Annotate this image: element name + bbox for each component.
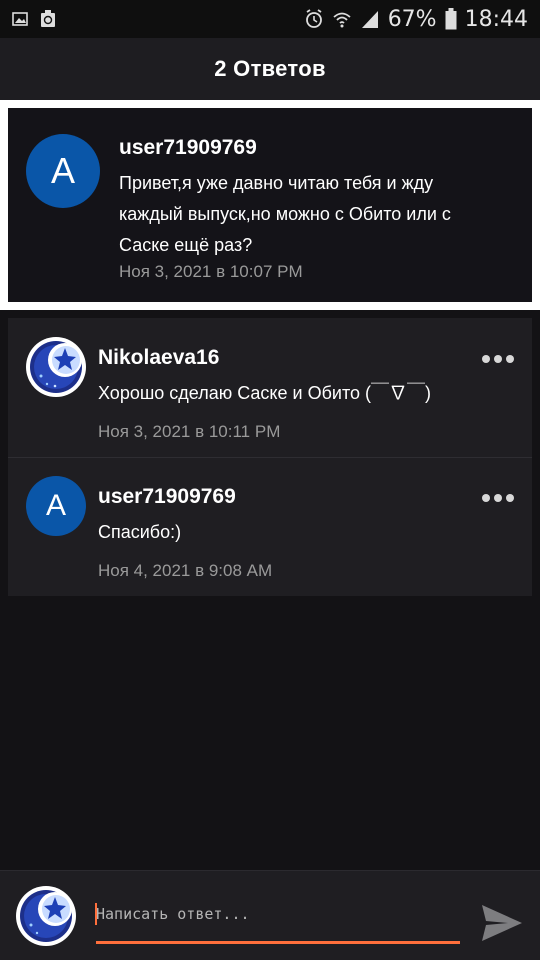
comment-text-line: каждый выпуск,но можно с Обито или с xyxy=(119,204,451,224)
reply-timestamp: Ноя 3, 2021 в 10:11 PM xyxy=(98,422,281,441)
reply-username[interactable]: Nikolaeva16 xyxy=(98,346,219,370)
comment-username[interactable]: user71909769 xyxy=(119,136,257,160)
replies-header: 2 Ответов xyxy=(0,38,540,100)
crescent-star-avatar-icon xyxy=(26,337,86,397)
recycle-icon xyxy=(41,10,55,27)
comment-text-line: Саске ещё раз? xyxy=(119,235,253,255)
alarm-icon xyxy=(305,9,322,28)
image-icon xyxy=(12,12,28,26)
status-bar: 67% 18:44 xyxy=(0,0,540,38)
reply-timestamp: Ноя 4, 2021 в 9:08 AM xyxy=(98,561,273,580)
battery-percent: 67% xyxy=(387,6,437,32)
divider xyxy=(8,457,532,458)
original-comment: A user71909769 Привет,я уже давно читаю … xyxy=(8,108,532,302)
original-comment-frame: A user71909769 Привет,я уже давно читаю … xyxy=(0,100,540,310)
avatar-letter: A xyxy=(45,489,66,522)
battery-icon xyxy=(445,8,457,30)
more-options-icon[interactable] xyxy=(482,491,514,505)
reply-composer xyxy=(0,870,540,960)
avatar[interactable] xyxy=(25,336,87,398)
comment-text: Привет,я уже давно читаю тебя и жду кажд… xyxy=(119,168,451,261)
reply-text: Хорошо сделаю Саске и Обито (￣∇￣) xyxy=(98,383,431,403)
page-title: 2 Ответов xyxy=(214,56,326,81)
wifi-icon xyxy=(333,12,351,28)
send-icon[interactable] xyxy=(480,903,524,943)
clock-time: 18:44 xyxy=(464,6,528,32)
input-underline xyxy=(96,941,460,944)
reply-text: Спасибо:) xyxy=(98,522,182,542)
comment-timestamp: Ноя 3, 2021 в 10:07 PM xyxy=(119,262,303,281)
reply-input[interactable] xyxy=(96,899,460,929)
reply-username[interactable]: user71909769 xyxy=(98,485,236,509)
more-options-icon[interactable] xyxy=(482,352,514,366)
avatar[interactable] xyxy=(15,885,77,947)
avatar[interactable]: A xyxy=(26,134,100,208)
comment-text-line: Привет,я уже давно читаю тебя и жду xyxy=(119,173,434,193)
crescent-star-avatar-icon xyxy=(16,886,76,946)
replies-list: Nikolaeva16 Хорошо сделаю Саске и Обито … xyxy=(8,318,532,596)
avatar[interactable]: A xyxy=(26,476,86,536)
signal-icon xyxy=(361,11,378,28)
avatar-letter: A xyxy=(50,150,75,191)
